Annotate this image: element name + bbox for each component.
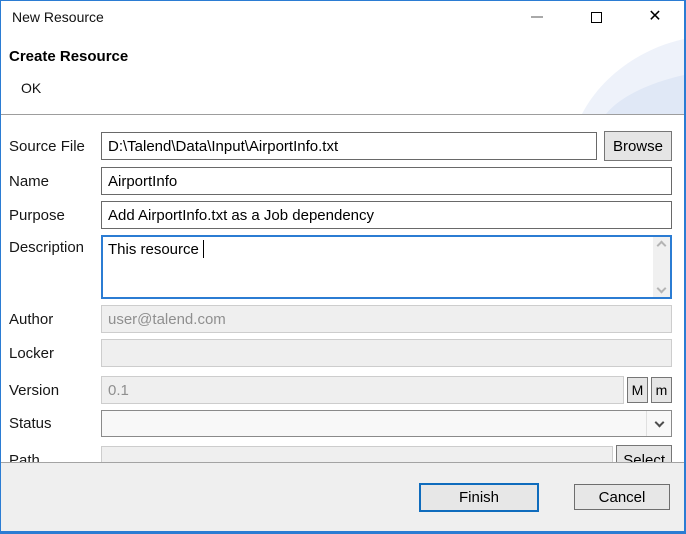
locker-label: Locker [9, 345, 101, 362]
locker-input [101, 339, 672, 367]
close-button[interactable]: ✕ [648, 10, 662, 24]
source-file-row: Source File Browse [9, 131, 672, 161]
description-row: Description This resource [9, 235, 672, 299]
dropdown-arrow-zone[interactable] [646, 411, 671, 436]
name-row: Name [9, 167, 672, 195]
cancel-button[interactable]: Cancel [574, 484, 670, 510]
banner-status-message: OK [21, 80, 41, 96]
source-file-label: Source File [9, 138, 101, 155]
purpose-input[interactable] [101, 201, 672, 229]
wizard-banner: Create Resource OK [1, 33, 684, 114]
purpose-row: Purpose [9, 201, 672, 229]
banner-title: Create Resource [9, 48, 128, 65]
version-row: Version M m [9, 376, 672, 404]
window-controls: ✕ [530, 10, 684, 24]
description-label: Description [9, 235, 101, 256]
name-input[interactable] [101, 167, 672, 195]
window-title: New Resource [1, 9, 530, 25]
scroll-up-icon[interactable] [657, 241, 667, 251]
resource-form: Source File Browse Name Purpose Descript… [1, 115, 684, 475]
minimize-icon [531, 16, 543, 18]
maximize-button[interactable] [589, 10, 603, 24]
banner-gradient-decoration [516, 33, 684, 114]
version-label: Version [9, 382, 101, 399]
button-bar: Finish Cancel [1, 463, 684, 531]
major-version-button[interactable]: M [627, 377, 648, 403]
locker-row: Locker [9, 339, 672, 367]
author-row: Author [9, 305, 672, 333]
description-text: This resource [103, 237, 209, 297]
finish-button[interactable]: Finish [419, 483, 539, 512]
text-caret [203, 240, 204, 258]
version-input [101, 376, 624, 404]
chevron-down-icon [654, 417, 664, 427]
description-scrollbar[interactable] [653, 237, 670, 297]
maximize-icon [591, 12, 602, 23]
status-dropdown[interactable] [101, 410, 672, 437]
browse-button[interactable]: Browse [604, 131, 672, 161]
title-bar: New Resource ✕ [1, 1, 684, 33]
close-icon: ✕ [648, 10, 661, 24]
source-file-input[interactable] [101, 132, 597, 160]
status-row: Status [9, 410, 672, 437]
purpose-label: Purpose [9, 207, 101, 224]
status-label: Status [9, 415, 101, 432]
minor-version-button[interactable]: m [651, 377, 672, 403]
author-label: Author [9, 311, 101, 328]
scroll-down-icon[interactable] [657, 284, 667, 294]
author-input [101, 305, 672, 333]
description-textarea[interactable]: This resource [101, 235, 672, 299]
new-resource-dialog: New Resource ✕ Create Resource OK Source… [0, 0, 686, 534]
name-label: Name [9, 173, 101, 190]
minimize-button[interactable] [530, 10, 544, 24]
